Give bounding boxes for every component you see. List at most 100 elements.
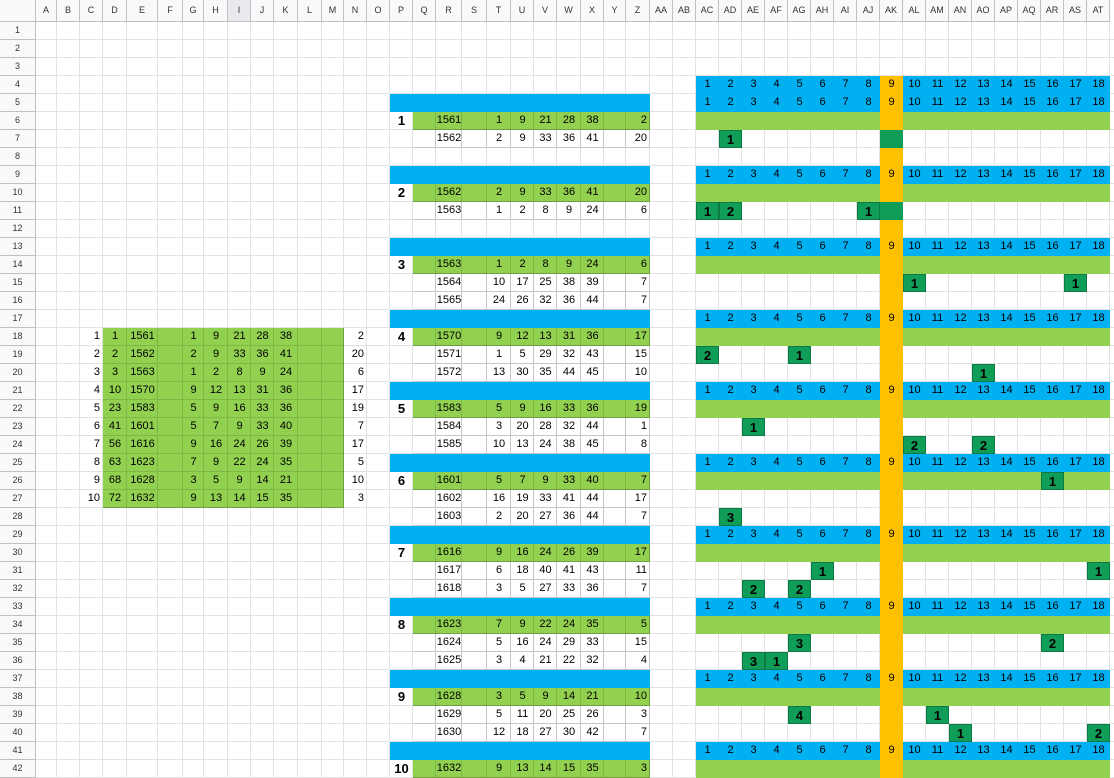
column-header-B[interactable]: B [57,0,80,22]
row-header-23[interactable]: 23 [0,418,36,436]
row-header-16[interactable]: 16 [0,292,36,310]
row-header-10[interactable]: 10 [0,184,36,202]
column-header-AS[interactable]: AS [1064,0,1087,22]
column-header-AJ[interactable]: AJ [857,0,880,22]
block-cell [604,580,626,598]
column-header-AH[interactable]: AH [811,0,834,22]
column-header-A[interactable]: A [36,0,57,22]
row-header-37[interactable]: 37 [0,670,36,688]
row-header-11[interactable]: 11 [0,202,36,220]
column-header-E[interactable]: E [127,0,158,22]
row-header-7[interactable]: 7 [0,130,36,148]
select-all-corner[interactable] [0,0,36,22]
column-header-AD[interactable]: AD [719,0,742,22]
row-header-41[interactable]: 41 [0,742,36,760]
row-header-40[interactable]: 40 [0,724,36,742]
column-header-N[interactable]: N [344,0,367,22]
column-header-L[interactable]: L [298,0,322,22]
row-header-42[interactable]: 42 [0,760,36,778]
row-header-38[interactable]: 38 [0,688,36,706]
column-header-F[interactable]: F [158,0,183,22]
row-header-17[interactable]: 17 [0,310,36,328]
row-header-27[interactable]: 27 [0,490,36,508]
block-cell [436,760,462,778]
row-header-14[interactable]: 14 [0,256,36,274]
row-header-20[interactable]: 20 [0,364,36,382]
row-header-28[interactable]: 28 [0,508,36,526]
column-header-AN[interactable]: AN [949,0,972,22]
row-header-4[interactable]: 4 [0,76,36,94]
summary-cell [274,382,298,400]
row-header-25[interactable]: 25 [0,454,36,472]
row-header-26[interactable]: 26 [0,472,36,490]
column-header-AR[interactable]: AR [1041,0,1064,22]
block-cell [534,580,557,598]
row-header-5[interactable]: 5 [0,94,36,112]
column-header-W[interactable]: W [557,0,581,22]
column-header-O[interactable]: O [367,0,390,22]
column-header-Z[interactable]: Z [626,0,650,22]
column-header-M[interactable]: M [322,0,344,22]
row-header-31[interactable]: 31 [0,562,36,580]
column-header-AP[interactable]: AP [995,0,1018,22]
column-header-U[interactable]: U [511,0,534,22]
row-header-29[interactable]: 29 [0,526,36,544]
column-header-AI[interactable]: AI [834,0,857,22]
column-header-J[interactable]: J [251,0,274,22]
row-header-3[interactable]: 3 [0,58,36,76]
column-header-H[interactable]: H [204,0,228,22]
column-header-K[interactable]: K [274,0,298,22]
column-header-Y[interactable]: Y [604,0,626,22]
spreadsheet-grid[interactable]: 1 1 1561 1 9 21 28 38 2 2 2 1562 2 9 33 36 41 20 3 3 1563 1 2 8… [0,0,1114,778]
column-header-I[interactable]: I [228,0,251,22]
block-cell [604,652,626,670]
number-header-16: 16 [1046,96,1059,108]
row-header-36[interactable]: 36 [0,652,36,670]
column-header-Q[interactable]: Q [413,0,436,22]
row-header-32[interactable]: 32 [0,580,36,598]
column-header-AT[interactable]: AT [1087,0,1110,22]
column-header-AF[interactable]: AF [765,0,788,22]
column-header-AQ[interactable]: AQ [1018,0,1041,22]
column-header-R[interactable]: R [436,0,462,22]
column-header-AG[interactable]: AG [788,0,811,22]
column-header-AK[interactable]: AK [880,0,903,22]
row-header-39[interactable]: 39 [0,706,36,724]
column-header-G[interactable]: G [183,0,204,22]
row-header-33[interactable]: 33 [0,598,36,616]
row-header-24[interactable]: 24 [0,436,36,454]
row-header-35[interactable]: 35 [0,634,36,652]
block-cell [626,436,650,454]
column-header-AL[interactable]: AL [903,0,926,22]
row-header-12[interactable]: 12 [0,220,36,238]
column-header-X[interactable]: X [581,0,604,22]
row-header-34[interactable]: 34 [0,616,36,634]
column-header-D[interactable]: D [103,0,127,22]
row-header-19[interactable]: 19 [0,346,36,364]
row-header-30[interactable]: 30 [0,544,36,562]
column-header-AB[interactable]: AB [673,0,696,22]
row-header-21[interactable]: 21 [0,382,36,400]
row-header-1[interactable]: 1 [0,22,36,40]
summary-cell [127,436,158,454]
column-header-AA[interactable]: AA [650,0,673,22]
block-cell [534,400,557,418]
column-header-S[interactable]: S [462,0,487,22]
column-header-P[interactable]: P [390,0,413,22]
column-header-V[interactable]: V [534,0,557,22]
column-header-AM[interactable]: AM [926,0,949,22]
row-header-13[interactable]: 13 [0,238,36,256]
row-header-9[interactable]: 9 [0,166,36,184]
summary-cell [183,400,204,418]
row-header-2[interactable]: 2 [0,40,36,58]
row-header-6[interactable]: 6 [0,112,36,130]
column-header-AO[interactable]: AO [972,0,995,22]
column-header-AC[interactable]: AC [696,0,719,22]
column-header-AE[interactable]: AE [742,0,765,22]
row-header-22[interactable]: 22 [0,400,36,418]
row-header-18[interactable]: 18 [0,328,36,346]
row-header-8[interactable]: 8 [0,148,36,166]
column-header-T[interactable]: T [487,0,511,22]
column-header-C[interactable]: C [80,0,103,22]
row-header-15[interactable]: 15 [0,274,36,292]
